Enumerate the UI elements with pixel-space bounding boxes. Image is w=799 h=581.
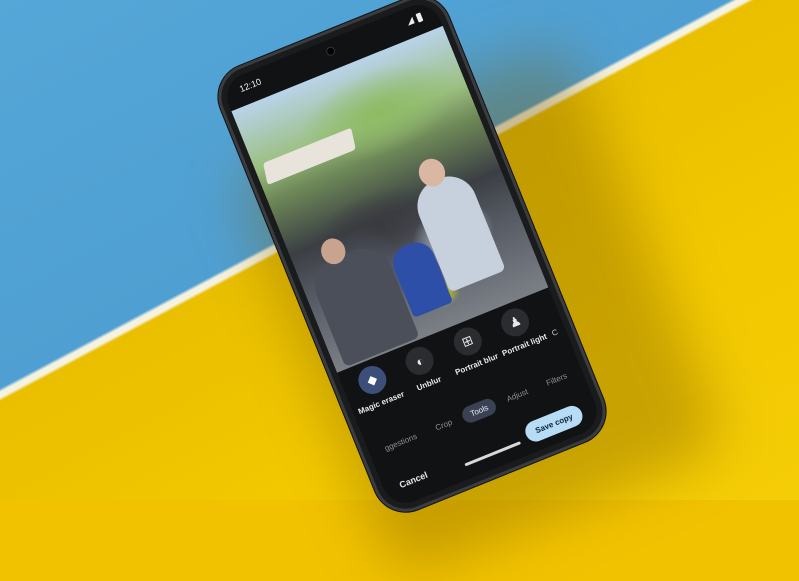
tool-label: Magic eraser [356,389,406,417]
portrait-light-icon: ♟ [497,304,534,341]
cancel-button[interactable]: Cancel [398,470,429,490]
tool-label: C [550,327,560,338]
home-indicator[interactable] [464,441,522,467]
portrait-blur-icon: ⊞ [449,323,486,360]
save-copy-button[interactable]: Save copy [522,402,586,445]
status-icons [405,11,424,26]
eraser-icon: ◆ [353,361,391,399]
tab-adjust[interactable]: Adjust [496,380,538,410]
photo-awning [263,127,356,186]
tab-tools[interactable]: Tools [459,395,499,425]
tab-filters[interactable]: Filters [536,364,577,394]
tab-crop[interactable]: Crop [425,410,462,438]
tool-label: Portrait blur [453,351,500,378]
signal-icon [405,16,415,26]
tool-label: Portrait light [500,331,549,359]
battery-icon [415,11,424,23]
tool-label: Unblur [415,374,443,393]
status-time: 12:10 [237,76,263,95]
tab-suggestions[interactable]: ggestions [374,425,427,460]
unblur-icon: ◐ [401,342,439,380]
